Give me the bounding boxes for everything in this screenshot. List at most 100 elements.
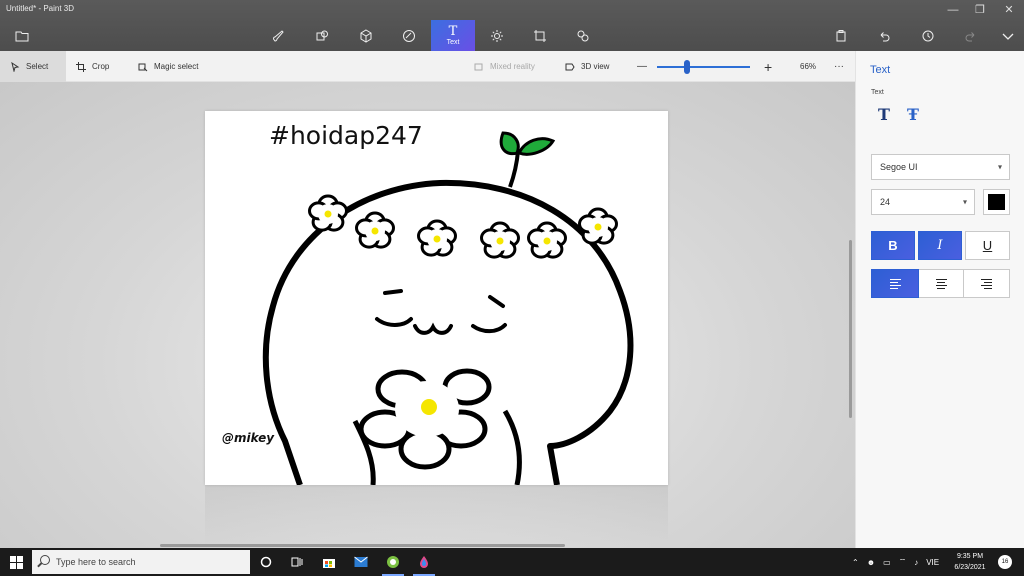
select-button[interactable]: Select — [0, 51, 66, 82]
tray-people-icon[interactable]: ☻ — [867, 558, 875, 567]
store-icon[interactable] — [319, 552, 339, 572]
mixed-reality-icon — [474, 63, 483, 70]
underline-label: U — [982, 238, 993, 253]
eye-right — [471, 323, 507, 334]
close-button[interactable]: ✕ — [995, 2, 1023, 18]
taskbar-search-box[interactable]: Type here to search — [32, 550, 250, 574]
select-label: Select — [26, 62, 49, 71]
mixed-reality-button[interactable]: Mixed reality — [464, 51, 545, 82]
align-center-icon — [935, 278, 947, 289]
sprout-leaf-right — [516, 137, 556, 156]
font-size-value: 24 — [880, 197, 891, 207]
notification-center-icon[interactable]: 16 — [998, 555, 1012, 569]
zoom-minus-icon: — — [637, 61, 647, 72]
3d-view-icon — [565, 63, 575, 70]
crown-flower — [417, 219, 457, 257]
menu-folder-icon[interactable] — [6, 24, 38, 48]
redo-icon[interactable] — [955, 24, 987, 48]
effects-icon[interactable] — [481, 24, 513, 48]
text-tool-icon: T — [448, 24, 458, 39]
align-left-icon — [889, 278, 901, 289]
stickers-icon[interactable] — [393, 24, 425, 48]
zoom-plus-icon: + — [764, 58, 773, 75]
zoom-slider-track[interactable] — [657, 66, 750, 68]
brow-left — [383, 289, 403, 295]
minimize-button[interactable]: — — [939, 2, 967, 18]
clock-time: 9:35 PM — [956, 553, 984, 560]
crown-flower — [355, 211, 395, 249]
align-center-button[interactable] — [919, 269, 964, 298]
expand-chevron-icon[interactable] — [992, 24, 1024, 48]
character-illustration — [262, 131, 634, 485]
font-family-dropdown[interactable]: Segoe UI ▾ — [871, 154, 1010, 180]
text-tool-button[interactable]: T Text — [431, 20, 475, 51]
history-icon[interactable] — [912, 24, 944, 48]
2d-text-icon[interactable]: T — [875, 105, 893, 124]
crop-button[interactable]: Crop — [66, 51, 119, 82]
crop-icon — [76, 61, 86, 72]
task-view-icon[interactable] — [287, 552, 307, 572]
brushes-icon[interactable] — [263, 24, 295, 48]
underline-button[interactable]: U — [965, 231, 1010, 260]
system-tray: ⌃ ☻ ▭ ⌔ ♪ VIE — [852, 548, 939, 576]
2d-shapes-icon[interactable] — [306, 24, 338, 48]
3d-view-button[interactable]: 3D view — [555, 51, 619, 82]
canvas-signature-text[interactable]: @mikey — [222, 431, 274, 445]
vertical-scrollbar[interactable] — [849, 240, 852, 418]
font-size-dropdown[interactable]: 24 ▾ — [871, 189, 975, 215]
search-placeholder: Type here to search — [56, 557, 136, 567]
text-color-swatch — [988, 194, 1005, 210]
crown-flower — [527, 221, 567, 259]
italic-button[interactable]: I — [918, 231, 962, 260]
battery-icon[interactable]: ▭ — [883, 558, 891, 567]
start-button[interactable] — [0, 548, 32, 576]
mail-icon[interactable] — [351, 552, 371, 572]
restore-button[interactable]: ❐ — [966, 2, 994, 18]
more-options-button[interactable]: ··· — [824, 51, 854, 82]
3d-shapes-icon[interactable] — [350, 24, 382, 48]
clock-date: 6/23/2021 — [954, 564, 986, 571]
bold-label: B — [888, 238, 898, 253]
align-left-button[interactable] — [871, 269, 919, 298]
greenshot-icon[interactable] — [383, 552, 403, 572]
windows-logo-icon — [9, 555, 23, 569]
window-title: Untitled* - Paint 3D — [6, 4, 75, 13]
windows-taskbar: Type here to search ⌃ ☻ ▭ ⌔ ♪ VIE 9:35 P… — [0, 548, 1024, 576]
sprout-leaf-left — [499, 131, 520, 156]
drawing-canvas[interactable]: #hoidap247 @mikey — [205, 111, 668, 485]
crop-label: Crop — [92, 62, 110, 71]
input-language[interactable]: VIE — [926, 558, 939, 567]
panel-title: Text — [870, 64, 891, 76]
zoom-in-button[interactable]: + — [754, 51, 782, 82]
zoom-slider-thumb[interactable] — [683, 60, 690, 74]
horizontal-scrollbar[interactable] — [160, 544, 565, 547]
text-section-label: Text — [871, 89, 884, 96]
text-color-picker[interactable] — [983, 189, 1010, 215]
text-tool-label: Text — [446, 39, 460, 46]
align-right-button[interactable] — [964, 269, 1010, 298]
magic-select-icon — [138, 63, 148, 71]
title-bar: Untitled* - Paint 3D — ❐ ✕ T Text — [0, 0, 1024, 51]
taskbar-clock[interactable]: 9:35 PM 6/23/2021 — [948, 551, 992, 573]
magic-select-button[interactable]: Magic select — [128, 51, 208, 82]
font-family-value: Segoe UI — [880, 162, 918, 172]
paint-3d-taskbar-icon[interactable] — [414, 552, 434, 572]
zoom-level: 66% — [790, 51, 826, 82]
zoom-out-button[interactable]: — — [627, 51, 657, 82]
chevron-down-icon: ▾ — [997, 162, 1002, 172]
more-icon: ··· — [834, 61, 844, 72]
crown-flower — [480, 221, 520, 259]
volume-icon[interactable]: ♪ — [914, 558, 918, 567]
bold-button[interactable]: B — [871, 231, 915, 260]
paste-icon[interactable] — [825, 24, 857, 48]
mouth — [413, 322, 453, 335]
undo-icon[interactable] — [868, 24, 900, 48]
3d-library-icon[interactable] — [567, 24, 599, 48]
cortana-icon[interactable] — [256, 552, 276, 572]
canvas-reflection — [205, 485, 668, 545]
brow-right — [488, 295, 505, 308]
3d-text-icon[interactable]: Ŧ — [904, 105, 922, 124]
network-icon[interactable]: ⌔ — [899, 557, 907, 567]
canvas-icon[interactable] — [524, 24, 556, 48]
tray-chevron-up-icon[interactable]: ⌃ — [852, 558, 859, 567]
